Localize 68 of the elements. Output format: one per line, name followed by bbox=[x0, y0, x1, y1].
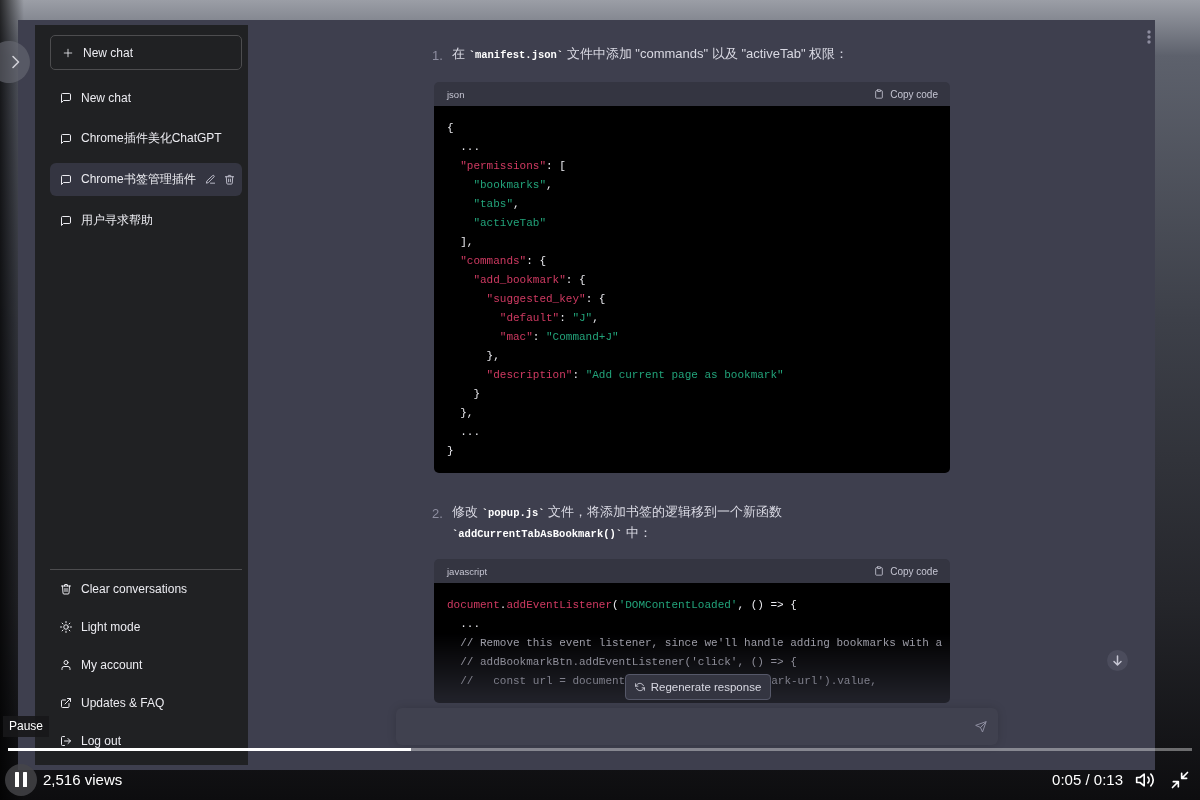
chat-bubble-icon bbox=[60, 214, 72, 227]
progress-track[interactable] bbox=[8, 748, 1192, 751]
sidebar-menu-item[interactable]: Light mode bbox=[50, 608, 242, 646]
clipboard-icon bbox=[874, 566, 885, 576]
sidebar-menu-item[interactable]: Clear conversations bbox=[50, 570, 242, 608]
code-line: // addBookmarkBtn.addEventListener('click', () => { bbox=[460, 655, 797, 670]
code-language: javascript bbox=[447, 565, 488, 577]
trash-icon bbox=[60, 583, 72, 595]
sidebar-menu-item[interactable]: Updates & FAQ bbox=[50, 684, 242, 722]
sidebar-menu-item[interactable]: Log out bbox=[50, 722, 242, 760]
code-line: // const url = document bbox=[460, 674, 626, 689]
conversation-item[interactable]: Chrome插件美化ChatGPT bbox=[50, 122, 242, 155]
vertical-dots-icon[interactable] bbox=[1147, 30, 1151, 44]
code-line: ark-url').value, bbox=[771, 674, 877, 689]
code-line: ... bbox=[460, 140, 480, 155]
exit-fullscreen-icon[interactable] bbox=[1170, 769, 1190, 790]
pause-button[interactable] bbox=[5, 763, 37, 796]
code-line: "description": "Add current page as bookmark" bbox=[486, 368, 784, 383]
refresh-icon bbox=[634, 682, 645, 692]
code-line: // Remove this event listener, since we'll handle adding bookmarks with a bbox=[460, 636, 943, 651]
pencil-icon[interactable] bbox=[205, 174, 216, 185]
step-text: 修改 `popup.js` 文件，将添加书签的逻辑移到一个新函数 `addCurrentTabAsBookmark()` 中： bbox=[452, 503, 784, 542]
code-line: }, bbox=[460, 406, 474, 421]
logout-icon bbox=[60, 735, 72, 747]
code-language: json bbox=[447, 88, 465, 100]
list-number: 1. bbox=[432, 47, 444, 65]
arrow-down-icon[interactable] bbox=[1107, 650, 1128, 671]
code-line: ... bbox=[460, 617, 480, 632]
code-line: } bbox=[447, 444, 454, 459]
code-line: "mac": "Command+J" bbox=[499, 330, 619, 345]
send-icon[interactable] bbox=[975, 720, 987, 733]
clipboard-icon bbox=[874, 89, 885, 99]
code-line: ], bbox=[460, 235, 474, 250]
step-text: 在 `manifest.json` 文件中添加 "commands" 以及 "activeTab" 权限： bbox=[452, 45, 850, 63]
pause-tooltip: Pause bbox=[3, 716, 50, 737]
conversation-item[interactable]: New chat bbox=[50, 81, 242, 114]
regenerate-button[interactable]: Regenerate response bbox=[625, 674, 771, 700]
time-display: 0:05 / 0:13 bbox=[1052, 771, 1123, 788]
plus-icon bbox=[63, 47, 73, 58]
code-line: "bookmarks", bbox=[473, 178, 553, 193]
code-line: "permissions": [ bbox=[460, 159, 566, 174]
list-number: 2. bbox=[432, 505, 444, 523]
external-link-icon bbox=[60, 697, 72, 709]
code-line: "activeTab" bbox=[473, 216, 546, 231]
code-line: }, bbox=[486, 349, 500, 364]
sun-icon bbox=[60, 621, 72, 633]
person-icon bbox=[60, 659, 72, 671]
trash-icon[interactable] bbox=[224, 174, 235, 185]
code-line: "tabs", bbox=[473, 197, 520, 212]
view-count: 2,516 views bbox=[43, 771, 123, 788]
chat-bubble-icon bbox=[60, 91, 72, 104]
new-chat-button[interactable]: New chat bbox=[50, 35, 242, 70]
message-field[interactable] bbox=[396, 708, 998, 745]
copy-code-button[interactable]: Copy code bbox=[874, 565, 938, 577]
chat-bubble-icon bbox=[60, 173, 72, 186]
code-line: "commands": { bbox=[460, 254, 546, 269]
conversation-item[interactable]: Chrome书签管理插件 bbox=[50, 163, 242, 196]
code-line: ... bbox=[460, 425, 480, 440]
conversation-item[interactable]: 用户寻求帮助 bbox=[50, 204, 242, 237]
code-line: document.addEventListener('DOMContentLoaded', () => { bbox=[447, 598, 797, 613]
sidebar-menu-item[interactable]: My account bbox=[50, 646, 242, 684]
code-line: { bbox=[447, 121, 454, 136]
code-line: "suggested_key": { bbox=[486, 292, 606, 307]
code-line: "add_bookmark": { bbox=[473, 273, 586, 288]
copy-code-button[interactable]: Copy code bbox=[874, 88, 938, 100]
code-line: "default": "J", bbox=[499, 311, 599, 326]
code-line: } bbox=[473, 387, 480, 402]
chat-bubble-icon bbox=[60, 132, 72, 145]
